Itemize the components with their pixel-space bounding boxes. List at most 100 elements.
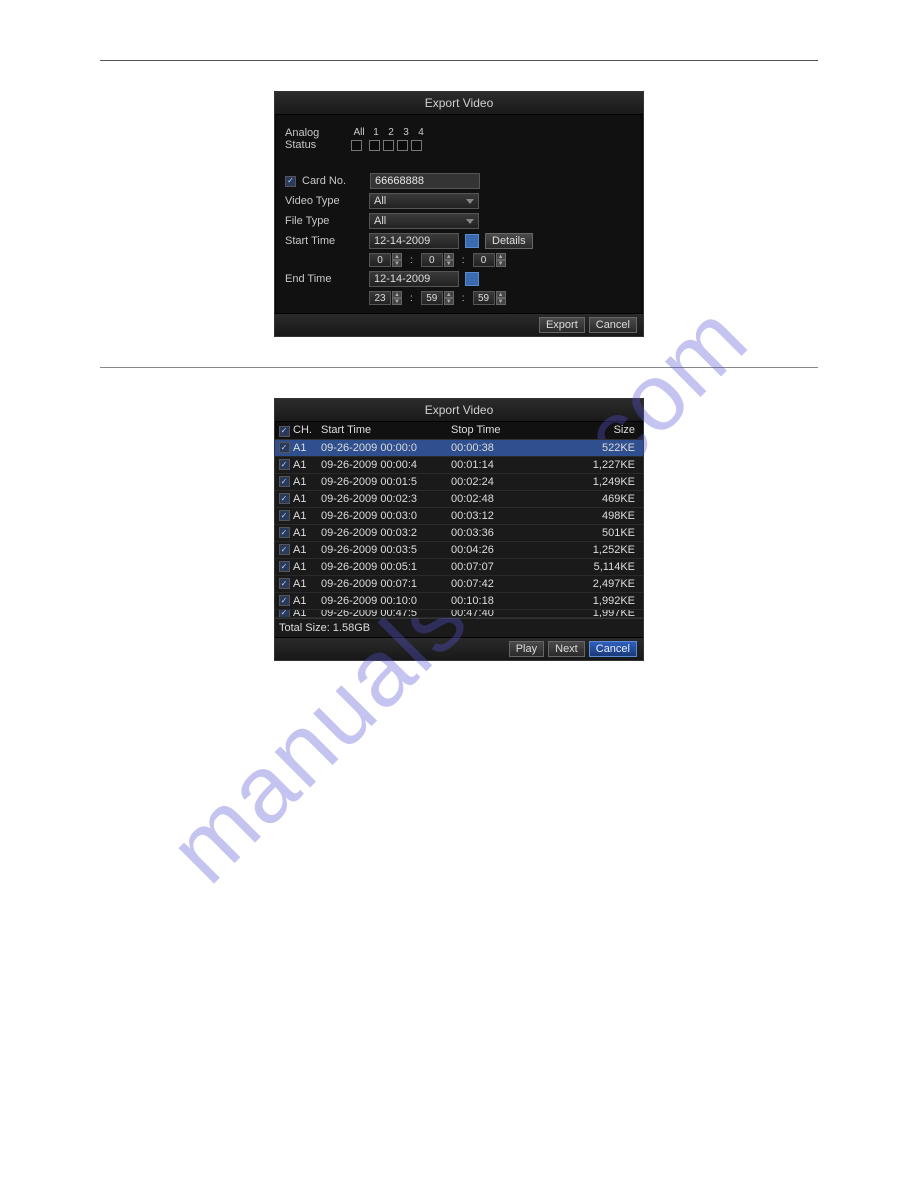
video-type-select[interactable]: All: [369, 193, 479, 209]
channel-all-checkbox[interactable]: [351, 140, 362, 151]
calendar-icon[interactable]: [465, 234, 479, 248]
row-checkbox[interactable]: [279, 595, 290, 606]
table-row[interactable]: A109-26-2009 00:02:300:02:48469KE: [275, 491, 643, 508]
cancel-button[interactable]: Cancel: [589, 317, 637, 333]
row-channel: A1: [293, 544, 321, 556]
card-no-checkbox[interactable]: [285, 176, 296, 187]
start-minute-spinner[interactable]: 0 ▲▼: [421, 253, 454, 267]
details-button[interactable]: Details: [485, 233, 533, 249]
row-size: 469KE: [541, 493, 643, 505]
table-row[interactable]: A109-26-2009 00:07:100:07:422,497KE: [275, 576, 643, 593]
analog-label: Analog: [285, 127, 345, 139]
row-channel: A1: [293, 493, 321, 505]
results-header: CH. Start Time Stop Time Size: [275, 422, 643, 440]
row-checkbox[interactable]: [279, 561, 290, 572]
row-stop-time: 00:07:07: [451, 561, 541, 573]
row-stop-time: 00:02:24: [451, 476, 541, 488]
end-time-label: End Time: [285, 273, 363, 285]
row-channel: A1: [293, 561, 321, 573]
row-size: 1,249KE: [541, 476, 643, 488]
end-second-spinner[interactable]: 59 ▲▼: [473, 291, 506, 305]
dialog-title: Export Video: [275, 399, 643, 422]
row-checkbox[interactable]: [279, 476, 290, 487]
table-row[interactable]: A109-26-2009 00:10:000:10:181,992KE: [275, 593, 643, 610]
table-row[interactable]: A109-26-2009 00:03:000:03:12498KE: [275, 508, 643, 525]
row-size: 1,992KE: [541, 595, 643, 607]
channel-numbers-header: All 1 2 3 4: [351, 127, 427, 138]
channel-3-checkbox[interactable]: [397, 140, 408, 151]
table-row[interactable]: A109-26-2009 00:01:500:02:241,249KE: [275, 474, 643, 491]
row-channel: A1: [293, 476, 321, 488]
row-size: 2,497KE: [541, 578, 643, 590]
row-start-time: 09-26-2009 00:01:5: [321, 476, 451, 488]
table-row[interactable]: A109-26-2009 00:00:000:00:38522KE: [275, 440, 643, 457]
row-checkbox[interactable]: [279, 493, 290, 504]
row-stop-time: 00:07:42: [451, 578, 541, 590]
play-button[interactable]: Play: [509, 641, 544, 657]
row-size: 501KE: [541, 527, 643, 539]
chevron-down-icon: [466, 199, 474, 204]
table-row[interactable]: A109-26-2009 00:03:200:03:36501KE: [275, 525, 643, 542]
row-channel: A1: [293, 578, 321, 590]
row-start-time: 09-26-2009 00:03:0: [321, 510, 451, 522]
row-stop-time: 00:00:38: [451, 442, 541, 454]
row-start-time: 09-26-2009 00:03:5: [321, 544, 451, 556]
row-stop-time: 00:04:26: [451, 544, 541, 556]
row-checkbox[interactable]: [279, 442, 290, 453]
row-checkbox[interactable]: [279, 544, 290, 555]
row-start-time: 09-26-2009 00:05:1: [321, 561, 451, 573]
table-row[interactable]: A109-26-2009 00:03:500:04:261,252KE: [275, 542, 643, 559]
calendar-icon[interactable]: [465, 272, 479, 286]
channel-1-checkbox[interactable]: [369, 140, 380, 151]
channel-4-checkbox[interactable]: [411, 140, 422, 151]
row-start-time: 09-26-2009 00:00:4: [321, 459, 451, 471]
row-channel: A1: [293, 527, 321, 539]
end-hour-spinner[interactable]: 23 ▲▼: [369, 291, 402, 305]
start-date-input[interactable]: 12-14-2009: [369, 233, 459, 249]
row-size: 1,252KE: [541, 544, 643, 556]
row-size: 498KE: [541, 510, 643, 522]
row-checkbox[interactable]: [279, 510, 290, 521]
file-type-select[interactable]: All: [369, 213, 479, 229]
row-size: 1,227KE: [541, 459, 643, 471]
table-row[interactable]: A109-26-2009 00:00:400:01:141,227KE: [275, 457, 643, 474]
end-minute-spinner[interactable]: 59 ▲▼: [421, 291, 454, 305]
cancel-button[interactable]: Cancel: [589, 641, 637, 657]
row-start-time: 09-26-2009 00:00:0: [321, 442, 451, 454]
card-no-label: Card No.: [302, 175, 364, 187]
row-channel: A1: [293, 510, 321, 522]
row-checkbox[interactable]: [279, 459, 290, 470]
table-row[interactable]: A109-26-2009 00:05:100:07:075,114KE: [275, 559, 643, 576]
row-channel: A1: [293, 459, 321, 471]
row-checkbox[interactable]: [279, 578, 290, 589]
table-row[interactable]: A109-26-2009 00:47:500:47:401,997KE: [275, 610, 643, 618]
start-hour-spinner[interactable]: 0 ▲▼: [369, 253, 402, 267]
row-checkbox[interactable]: [279, 610, 290, 618]
row-channel: A1: [293, 442, 321, 454]
start-time-label: Start Time: [285, 235, 363, 247]
row-channel: A1: [293, 610, 321, 618]
chevron-down-icon: [466, 219, 474, 224]
video-type-label: Video Type: [285, 195, 363, 207]
card-no-input[interactable]: 66668888: [370, 173, 480, 189]
row-size: 1,997KE: [541, 610, 643, 618]
total-size-label: Total Size: 1.58GB: [279, 622, 370, 634]
start-second-spinner[interactable]: 0 ▲▼: [473, 253, 506, 267]
row-stop-time: 00:02:48: [451, 493, 541, 505]
row-size: 5,114KE: [541, 561, 643, 573]
export-video-form-dialog: Export Video Analog Status All 1 2 3 4: [274, 91, 644, 337]
status-label: Status: [285, 139, 345, 151]
next-button[interactable]: Next: [548, 641, 585, 657]
select-all-checkbox[interactable]: [279, 426, 290, 437]
top-divider: [100, 60, 818, 61]
row-start-time: 09-26-2009 00:02:3: [321, 493, 451, 505]
dialog-title: Export Video: [275, 92, 643, 115]
channel-2-checkbox[interactable]: [383, 140, 394, 151]
row-stop-time: 00:03:36: [451, 527, 541, 539]
row-stop-time: 00:01:14: [451, 459, 541, 471]
export-button[interactable]: Export: [539, 317, 585, 333]
row-start-time: 09-26-2009 00:47:5: [321, 610, 451, 618]
mid-divider: [100, 367, 818, 368]
end-date-input[interactable]: 12-14-2009: [369, 271, 459, 287]
row-checkbox[interactable]: [279, 527, 290, 538]
